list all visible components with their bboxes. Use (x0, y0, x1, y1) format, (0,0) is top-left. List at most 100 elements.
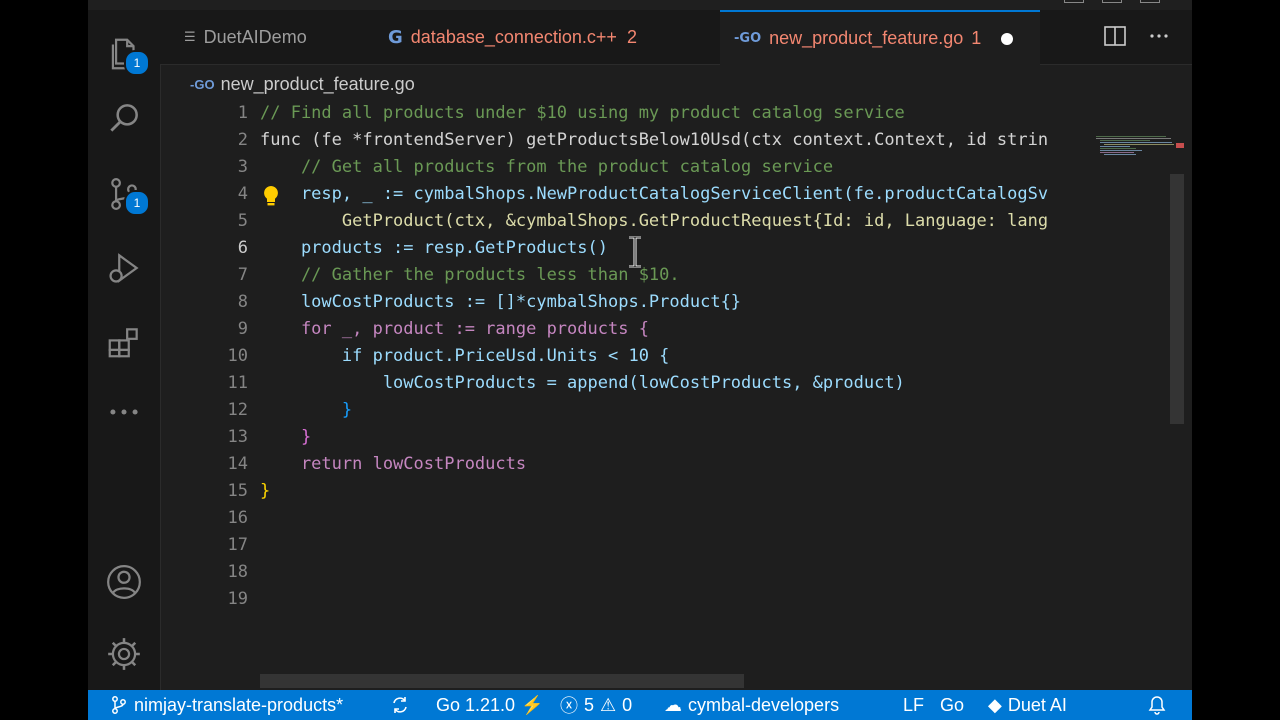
source-control-button[interactable]: 1 (102, 172, 150, 216)
lightning-icon: ⚡ (521, 694, 544, 715)
extensions-icon (108, 328, 138, 358)
layout-icon[interactable] (1102, 0, 1122, 3)
sync-icon (393, 697, 407, 713)
code-line: 11 lowCostProducts = append(lowCostProdu… (160, 370, 1180, 397)
project-name: cymbal-developers (688, 694, 840, 715)
warning-count: 0 (622, 694, 633, 715)
go-version-item[interactable]: Go 1.21.0 ⚡ (436, 690, 543, 720)
more-icon (110, 409, 138, 415)
layout-icon[interactable] (1064, 0, 1084, 3)
sync-item[interactable] (390, 690, 410, 720)
line-number: 15 (227, 481, 248, 501)
explorer-badge: 1 (124, 50, 150, 76)
line-code: resp, _ := cymbalShops.NewProductCatalog… (260, 184, 1049, 204)
line-code: } (260, 400, 353, 420)
title-bar (88, 0, 1192, 10)
duet-ai-icon: ◆ (988, 694, 1002, 715)
gear-icon (108, 638, 140, 670)
line-number: 2 (237, 130, 248, 150)
branch-item[interactable]: nimjay-translate-products* (110, 690, 343, 720)
code-line: 19 (160, 586, 1180, 613)
line-code: // Get all products from the product cat… (260, 157, 834, 177)
code-line: 16 (160, 505, 1180, 532)
tab-new-product-feature[interactable]: -GO new_product_feature.go 1 (720, 10, 1040, 65)
extensions-button[interactable] (102, 320, 146, 364)
tab-duetaidemo[interactable]: ☰ DuetAIDemo (184, 10, 374, 64)
line-number: 17 (227, 535, 248, 555)
branch-name: nimjay-translate-products* (134, 694, 344, 715)
line-number: 3 (237, 157, 248, 177)
code-line: 1 // Find all products under $10 using my… (160, 100, 1180, 127)
line-number: 9 (237, 319, 248, 339)
code-editor[interactable]: 1 // Find all products under $10 using my… (160, 100, 1180, 690)
status-bar: nimjay-translate-products* Go 1.21.0 ⚡ ⓧ… (88, 690, 1192, 720)
line-code: } (260, 481, 271, 501)
line-number: 16 (227, 508, 248, 528)
code-line: 2 func (fe *frontendServer) getProductsBe… (160, 127, 1180, 154)
code-line: 12 } (160, 397, 1180, 424)
c-plus-plus-icon: G (388, 26, 403, 48)
line-code: products := resp.GetProducts() (260, 238, 608, 258)
editor-tabs: ☰ DuetAIDemo G database_connection.c++ 2… (160, 10, 1192, 65)
list-icon: ☰ (184, 29, 196, 45)
code-line: 6 products := resp.GetProducts() (160, 235, 1180, 262)
duet-ai-item[interactable]: ◆ Duet AI (988, 690, 1067, 720)
tab-actions (1104, 26, 1170, 46)
tab-label: DuetAIDemo (203, 26, 307, 47)
vertical-scrollbar[interactable] (1170, 174, 1184, 424)
layout-icon[interactable] (1140, 0, 1160, 3)
go-version: Go 1.21.0 (436, 694, 516, 715)
search-button[interactable] (102, 96, 146, 140)
line-number: 12 (227, 400, 248, 420)
split-editor-icon[interactable] (1104, 26, 1126, 46)
search-icon (110, 104, 138, 132)
error-count: 5 (584, 694, 595, 715)
accounts-button[interactable] (102, 560, 146, 604)
horizontal-scrollbar[interactable] (260, 674, 744, 688)
breadcrumb-file[interactable]: new_product_feature.go (221, 74, 415, 95)
line-number: 11 (227, 373, 248, 393)
duet-ai-label: Duet AI (1007, 694, 1067, 715)
language-item[interactable]: Go (940, 690, 964, 720)
tab-problem-count: 1 (971, 28, 982, 48)
notifications-item[interactable] (1148, 690, 1166, 720)
line-code: // Gather the products less than $10. (260, 265, 680, 285)
run-debug-icon (109, 253, 139, 283)
unsaved-dot-icon[interactable] (1001, 32, 1014, 45)
more-actions-icon[interactable] (1148, 26, 1170, 46)
line-code: // Find all products under $10 using my … (260, 103, 905, 123)
code-line: 17 (160, 532, 1180, 559)
lightbulb-icon[interactable] (262, 185, 280, 207)
run-debug-button[interactable] (102, 246, 146, 290)
branch-icon (112, 696, 126, 714)
code-line: 4 resp, _ := cymbalShops.NewProductCatal… (160, 181, 1180, 208)
breadcrumb: -GO new_product_feature.go (160, 64, 1192, 104)
problems-item[interactable]: ⓧ 5 ⚠ 0 (560, 690, 632, 720)
line-code: if product.PriceUsd.Units < 10 { (260, 346, 670, 366)
scm-badge: 1 (124, 190, 150, 216)
tab-label: new_product_feature.go (769, 28, 964, 48)
code-line: 15} (160, 478, 1180, 505)
tab-database-connection[interactable]: G database_connection.c++ 2 (388, 10, 708, 64)
line-code: GetProduct(ctx, &cymbalShops.GetProductR… (260, 211, 1049, 231)
layout-controls (1064, 0, 1174, 4)
line-number: 19 (227, 589, 248, 609)
project-item[interactable]: ☁ cymbal-developers (664, 690, 839, 720)
eol-item[interactable]: LF (903, 690, 924, 720)
text-cursor-icon (629, 236, 641, 268)
line-number: 8 (237, 292, 248, 312)
error-icon: ⓧ (560, 696, 578, 716)
line-number: 7 (237, 265, 248, 285)
more-views-button[interactable] (102, 390, 146, 434)
go-file-icon: -GO (190, 76, 215, 92)
code-line: 18 (160, 559, 1180, 586)
manage-button[interactable] (102, 632, 146, 676)
code-line: 3 // Get all products from the product c… (160, 154, 1180, 181)
bell-icon (1148, 696, 1166, 715)
code-line: 9 for _, product := range products { (160, 316, 1180, 343)
line-number: 10 (227, 346, 248, 366)
explorer-button[interactable]: 1 (102, 32, 150, 76)
code-line: 10 if product.PriceUsd.Units < 10 { (160, 343, 1180, 370)
activity-bar: 1 1 (88, 10, 161, 690)
code-line: 13 } (160, 424, 1180, 451)
